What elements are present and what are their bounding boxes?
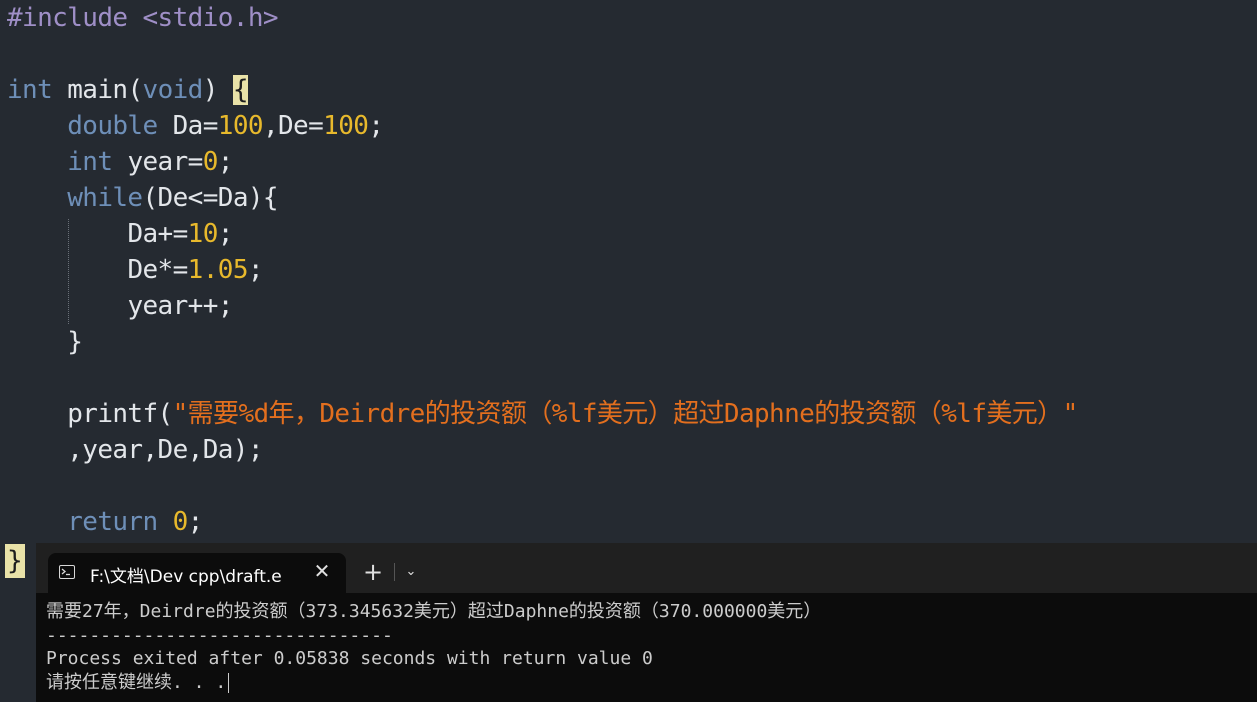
code-token-op: ;: [187, 507, 204, 537]
code-line[interactable]: printf("需要%d年，Deirdre的投资额（%lf美元）超过Daphne…: [7, 396, 1078, 432]
code-token-kw: while: [67, 183, 143, 213]
code-token-kw: double: [67, 111, 158, 141]
code-token-op: ;: [217, 219, 234, 249]
code-token-kw: int: [7, 75, 53, 105]
code-token-op: ): [202, 75, 233, 105]
code-line[interactable]: #include <stdio.h>: [7, 0, 1078, 36]
code-line[interactable]: int year=0;: [7, 144, 1078, 180]
code-line[interactable]: }: [7, 324, 1078, 360]
code-line[interactable]: De*=1.05;: [7, 252, 1078, 288]
code-line[interactable]: int main(void) {: [7, 72, 1078, 108]
terminal-tab[interactable]: F:\文档\Dev cpp\draft.e ✕: [48, 553, 346, 593]
output-line-process-exit: Process exited after 0.05838 seconds wit…: [46, 648, 653, 669]
code-token-num: 100: [217, 111, 264, 141]
output-line-separator: --------------------------------: [46, 624, 393, 646]
tab-title: F:\文档\Dev cpp\draft.e: [90, 567, 282, 587]
code-token-pre: #include <stdio.h>: [7, 3, 279, 33]
code-token-num: 0: [172, 507, 189, 537]
indent-guide: [68, 219, 69, 324]
code-token-id: year=: [112, 147, 203, 177]
code-line[interactable]: [7, 360, 1078, 396]
code-token-id: main: [52, 75, 128, 105]
text-cursor: [228, 672, 230, 693]
terminal-output[interactable]: 需要27年，Deirdre的投资额（373.345632美元）超过Daphne的…: [46, 600, 821, 694]
code-token-op: (: [127, 75, 143, 105]
code-token-num: 1.05: [187, 255, 249, 285]
code-token-id: Da+=: [127, 219, 188, 249]
terminal-tab-strip: F:\文档\Dev cpp\draft.e ✕ + ⌄: [36, 543, 1257, 593]
close-tab-icon[interactable]: ✕: [310, 559, 334, 583]
code-token-id: Da=: [157, 111, 219, 141]
code-line[interactable]: [7, 468, 1078, 504]
code-line[interactable]: double Da=100,De=100;: [7, 108, 1078, 144]
output-line-result: 需要27年，Deirdre的投资额（373.345632美元）超过Daphne的…: [46, 601, 822, 622]
code-token-op: ;: [247, 255, 264, 285]
code-token-num: 100: [323, 111, 369, 141]
code-line[interactable]: while(De<=Da){: [7, 180, 1078, 216]
code-lines[interactable]: #include <stdio.h> int main(void) { doub…: [7, 0, 1078, 540]
code-line[interactable]: ,year,De,Da);: [7, 432, 1078, 468]
tab-dropdown-icon[interactable]: ⌄: [400, 559, 422, 585]
terminal-icon: [59, 565, 75, 579]
code-token-op: }: [67, 327, 83, 357]
code-token-id: [158, 507, 173, 537]
code-token-num: 10: [187, 219, 219, 249]
output-line-prompt: 请按任意键继续. . .: [46, 671, 821, 695]
code-token-id: year++;: [127, 291, 233, 321]
code-line[interactable]: [7, 36, 1078, 72]
code-token-id: (De<=Da){: [142, 183, 279, 213]
code-token-id: ,De=: [262, 111, 324, 141]
closing-brace-highlight: }: [5, 544, 25, 578]
code-token-id: De*=: [127, 255, 188, 285]
code-token-kw: return: [67, 507, 158, 537]
code-token-str: "需要%d年，Deirdre的投资额（%lf美元）超过Daphne的投资额（%l…: [172, 399, 1079, 429]
code-token-op: ;: [217, 147, 234, 177]
code-token-num: 0: [202, 147, 219, 177]
code-line[interactable]: return 0;: [7, 504, 1078, 540]
code-token-brace-hl: {: [232, 75, 249, 105]
code-token-op: ;: [368, 111, 384, 141]
code-token-id: ,year,De,Da);: [67, 435, 263, 465]
new-tab-button[interactable]: +: [360, 559, 386, 585]
tab-divider: [394, 563, 395, 581]
console-window[interactable]: F:\文档\Dev cpp\draft.e ✕ + ⌄ 需要27年，Deirdr…: [36, 543, 1257, 702]
code-token-kw: int: [67, 147, 113, 177]
code-token-kw: void: [142, 75, 204, 105]
prompt-text: 请按任意键继续. . .: [46, 671, 227, 693]
code-token-id: printf(: [67, 399, 173, 429]
code-line[interactable]: Da+=10;: [7, 216, 1078, 252]
code-line[interactable]: year++;: [7, 288, 1078, 324]
